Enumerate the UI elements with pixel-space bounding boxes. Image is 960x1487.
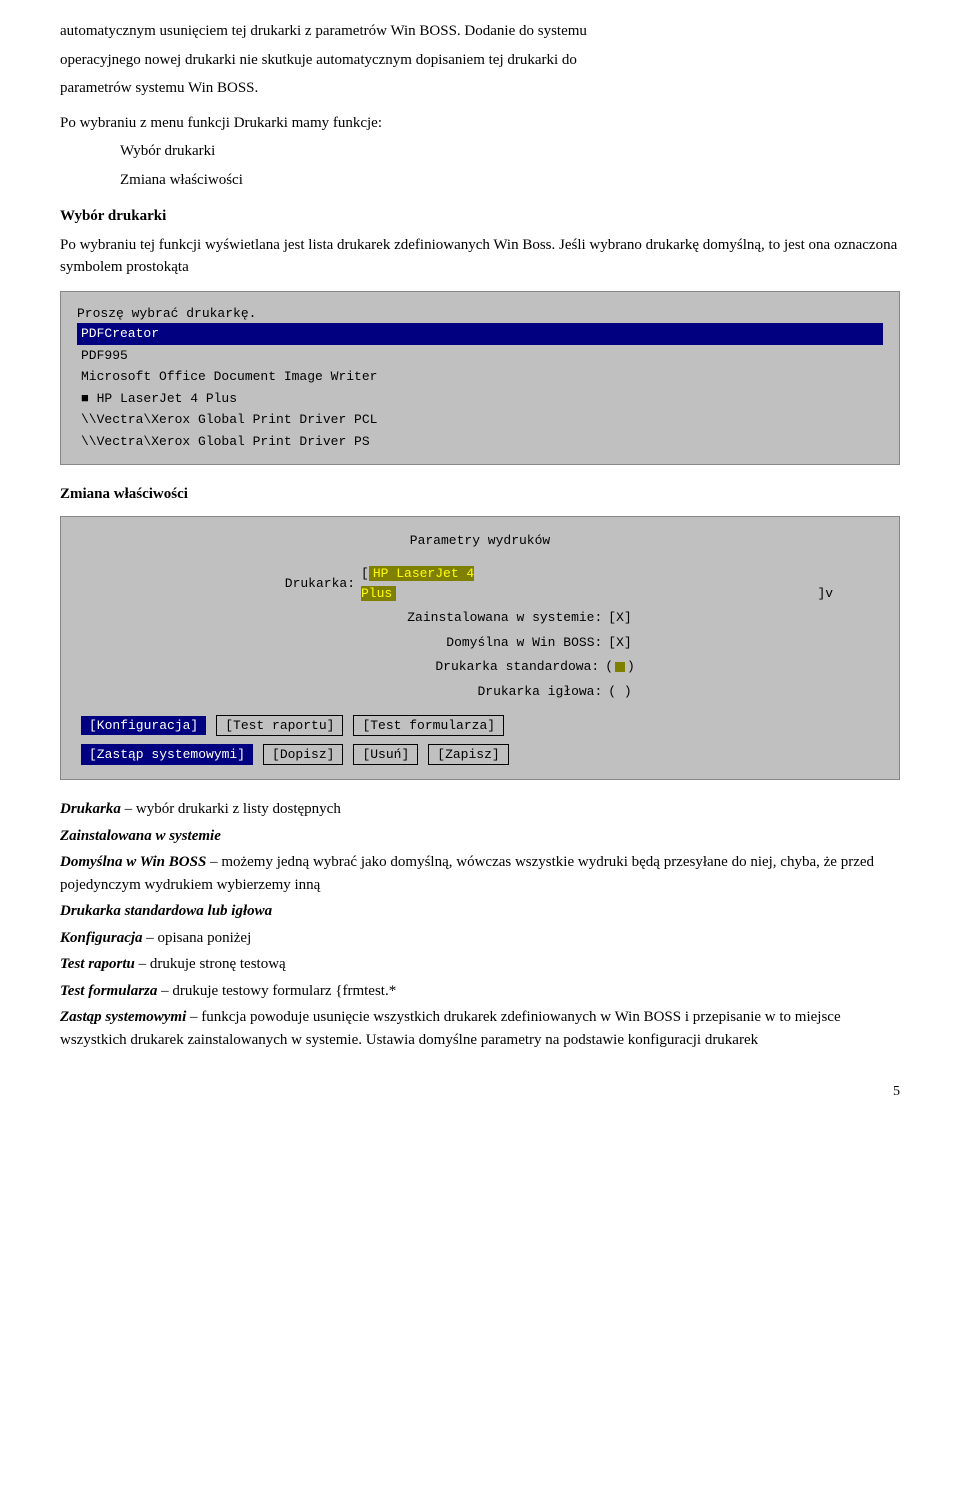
- params-row-zainstalowana: Zainstalowana w systemie: [X]: [81, 608, 879, 628]
- intro-line2: operacyjnego nowej drukarki nie skutkuje…: [60, 49, 900, 72]
- params-label-drukarka: Drukarka:: [81, 574, 361, 594]
- zmiana-heading: Zmiana właściwości: [60, 483, 900, 506]
- params-value-zainstalowana[interactable]: [X]: [608, 608, 631, 628]
- desc-domyslna-label: Domyślna w Win BOSS: [60, 854, 206, 870]
- desc-test-raportu-label: Test raportu: [60, 956, 135, 972]
- printer-row-4[interactable]: \\Vectra\Xerox Global Print Driver PCL: [77, 409, 883, 431]
- desc-test-formularza-text: – drukuje testowy formularz {frmtest.*: [157, 983, 396, 999]
- desc-konfiguracja-text: – opisana poniżej: [143, 930, 252, 946]
- desc-drukarka-label: Drukarka: [60, 801, 121, 817]
- printer-row-1[interactable]: PDF995: [77, 345, 883, 367]
- intro-paragraph: automatycznym usunięciem tej drukarki z …: [60, 20, 900, 100]
- printer-row-3[interactable]: HP LaserJet 4 Plus: [77, 388, 883, 410]
- printer-row-0[interactable]: PDFCreator: [77, 323, 883, 345]
- desc-konfiguracja-label: Konfiguracja: [60, 930, 143, 946]
- menu-item2: Zmiana właściwości: [120, 169, 900, 192]
- params-buttons-row2: [Zastąp systemowymi] [Dopisz] [Usuń] [Za…: [81, 744, 879, 765]
- btn-konfiguracja[interactable]: [Konfiguracja]: [81, 716, 206, 735]
- params-buttons-row1: [Konfiguracja] [Test raportu] [Test form…: [81, 715, 879, 736]
- desc-drukarka-text: – wybór drukarki z listy dostępnych: [121, 801, 341, 817]
- terminal-title: Proszę wybrać drukarkę.: [77, 306, 256, 321]
- intro-line3: parametrów systemu Win BOSS.: [60, 77, 900, 100]
- desc-zainstalowana: Zainstalowana w systemie: [60, 825, 900, 848]
- params-row-domyslna: Domyślna w Win BOSS: [X]: [81, 633, 879, 653]
- params-value-drukarka[interactable]: [HP LaserJet 4 Plus ]v: [361, 564, 879, 603]
- wybor-desc: Po wybraniu tej funkcji wyświetlana jest…: [60, 234, 900, 279]
- btn-test-raportu[interactable]: [Test raportu]: [216, 715, 343, 736]
- btn-test-formularza[interactable]: [Test formularza]: [353, 715, 504, 736]
- desc-standardowa-label: Drukarka standardowa lub igłowa: [60, 903, 272, 919]
- params-row-standardowa: Drukarka standardowa: (): [81, 657, 879, 677]
- desc-test-formularza: Test formularza – drukuje testowy formul…: [60, 980, 900, 1003]
- params-label-iglowa: Drukarka igłowa:: [328, 682, 608, 702]
- desc-drukarka: Drukarka – wybór drukarki z listy dostęp…: [60, 798, 900, 821]
- description-list: Drukarka – wybór drukarki z listy dostęp…: [60, 798, 900, 1051]
- params-label-standardowa: Drukarka standardowa:: [325, 657, 605, 677]
- printer-row-2[interactable]: Microsoft Office Document Image Writer: [77, 366, 883, 388]
- params-label-zainstalowana: Zainstalowana w systemie:: [328, 608, 608, 628]
- desc-test-formularza-label: Test formularza: [60, 983, 157, 999]
- params-value-standardowa[interactable]: (): [605, 657, 635, 677]
- page-number: 5: [60, 1081, 900, 1102]
- desc-zastap-label: Zastąp systemowymi: [60, 1009, 186, 1025]
- btn-zastap[interactable]: [Zastąp systemowymi]: [81, 744, 253, 765]
- params-row-iglowa: Drukarka igłowa: ( ): [81, 682, 879, 702]
- desc-test-raportu-text: – drukuje stronę testową: [135, 956, 286, 972]
- menu-intro: Po wybraniu z menu funkcji Drukarki mamy…: [60, 112, 900, 135]
- params-label-domyslna: Domyślna w Win BOSS:: [328, 633, 608, 653]
- params-title: Parametry wydruków: [81, 531, 879, 551]
- params-row-drukarka: Drukarka: [HP LaserJet 4 Plus ]v: [81, 564, 879, 603]
- btn-dopisz[interactable]: [Dopisz]: [263, 744, 343, 765]
- desc-zainstalowana-label: Zainstalowana w systemie: [60, 828, 221, 844]
- menu-section: Po wybraniu z menu funkcji Drukarki mamy…: [60, 112, 900, 192]
- desc-test-raportu: Test raportu – drukuje stronę testową: [60, 953, 900, 976]
- printer-row-5[interactable]: \\Vectra\Xerox Global Print Driver PS: [77, 431, 883, 453]
- intro-line1: automatycznym usunięciem tej drukarki z …: [60, 20, 900, 43]
- btn-zapisz[interactable]: [Zapisz]: [428, 744, 508, 765]
- params-value-iglowa[interactable]: ( ): [608, 682, 631, 702]
- desc-zastap: Zastąp systemowymi – funkcja powoduje us…: [60, 1006, 900, 1051]
- desc-standardowa: Drukarka standardowa lub igłowa: [60, 900, 900, 923]
- wybor-description: Po wybraniu tej funkcji wyświetlana jest…: [60, 234, 900, 279]
- desc-domyslna: Domyślna w Win BOSS – możemy jedną wybra…: [60, 851, 900, 896]
- printer-list-box: Proszę wybrać drukarkę. PDFCreator PDF99…: [60, 291, 900, 466]
- btn-usun[interactable]: [Usuń]: [353, 744, 418, 765]
- params-box: Parametry wydruków Drukarka: [HP LaserJe…: [60, 516, 900, 781]
- desc-konfiguracja: Konfiguracja – opisana poniżej: [60, 927, 900, 950]
- params-value-domyslna[interactable]: [X]: [608, 633, 631, 653]
- wybor-heading: Wybór drukarki: [60, 205, 900, 228]
- menu-item1: Wybór drukarki: [120, 140, 900, 163]
